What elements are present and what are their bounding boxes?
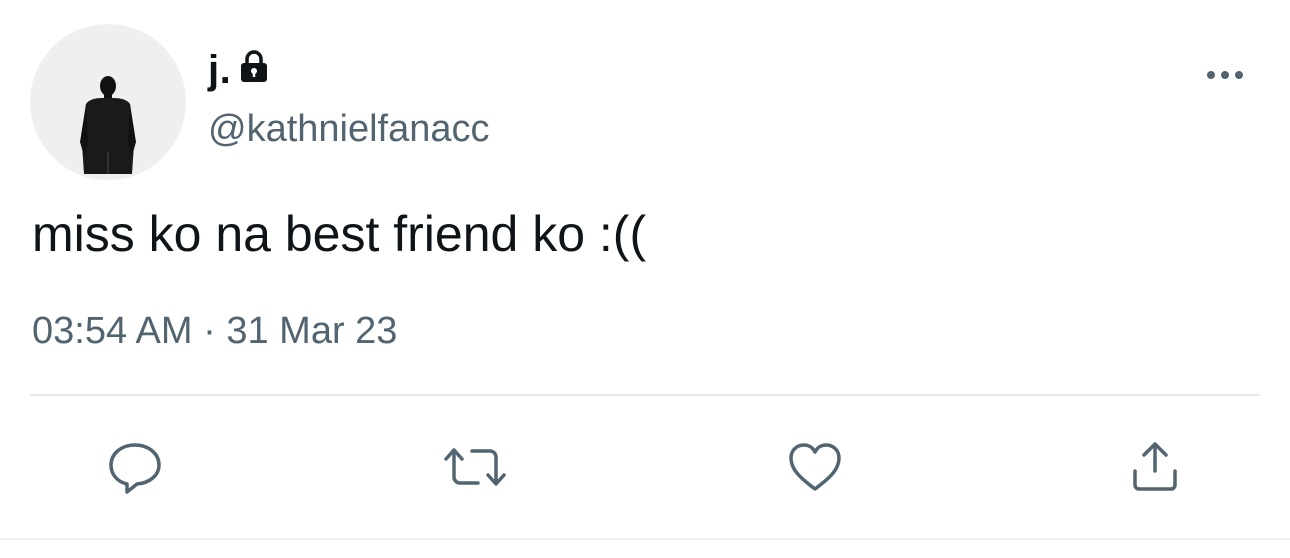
avatar-person-silhouette [80,76,136,174]
display-name-row: j. [208,40,269,100]
bottom-divider [0,538,1290,540]
like-button[interactable] [780,432,850,502]
tweet-card: j. @kathnielfanacc miss ko na best frien… [0,0,1290,558]
lock-icon [239,49,269,89]
divider [30,394,1260,396]
meta-separator: · [203,310,216,352]
heart-icon [789,443,841,491]
user-handle[interactable]: @kathnielfanacc [208,108,490,151]
display-name[interactable]: j. [208,48,231,93]
tweet-time: 03:54 AM [32,310,193,352]
avatar[interactable] [30,24,186,180]
reply-button[interactable] [100,432,170,502]
tweet-timestamp[interactable]: 03:54 AM · 31 Mar 23 [32,310,397,353]
speech-bubble-icon [109,443,161,494]
more-horizontal-icon[interactable] [1198,60,1252,90]
retweet-arrows-icon [444,448,506,486]
tweet-text: miss ko na best friend ko :(( [32,206,647,262]
share-button[interactable] [1120,432,1190,502]
tweet-date: 31 Mar 23 [226,310,398,352]
share-upload-icon [1133,442,1177,491]
retweet-button[interactable] [440,432,510,502]
